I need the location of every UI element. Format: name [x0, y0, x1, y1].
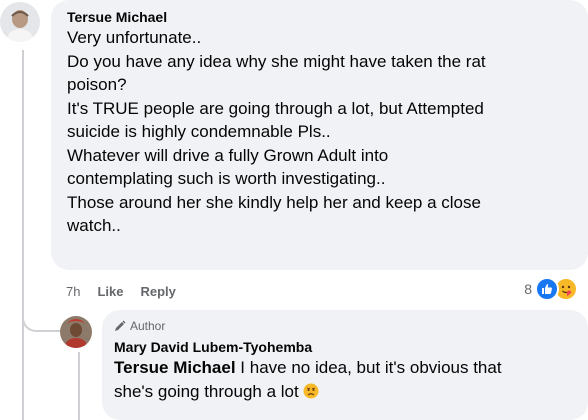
thread-connector [22, 296, 62, 332]
comment-line: Whatever will drive a fully Grown Adult … [67, 145, 389, 165]
reply-line-text: she's going through a lot [114, 381, 304, 401]
comment-timestamp[interactable]: 7h [66, 284, 80, 299]
comment-line: watch.. [67, 216, 121, 235]
comment-actions: 7h Like Reply [66, 281, 176, 301]
reply-bubble: Author Mary David Lubem-Tyohemba Tersue … [102, 310, 588, 420]
like-button[interactable]: Like [97, 284, 123, 299]
author-badge-label: Author [130, 319, 166, 333]
comment-line: suicide is highly condemnable Pls.. [67, 122, 331, 141]
comment-line: poison? [67, 75, 127, 94]
reply-text: Tersue Michael I have no idea, but it's … [114, 356, 576, 403]
reaction-count: 8 [524, 281, 532, 297]
reply-line: she's going through a lot [114, 380, 576, 404]
reply-thread-line [78, 352, 80, 420]
comment-line: contemplating such is worth investigatin… [67, 169, 386, 188]
sad-face-emoji-icon [303, 382, 319, 398]
avatar-mary-david[interactable] [60, 316, 92, 348]
like-icon [535, 277, 559, 301]
author-badge: Author [114, 318, 576, 334]
comment-text: Very unfortunate.. Do you have any idea … [67, 26, 576, 238]
comment-line: Very unfortunate.. [67, 28, 202, 47]
thread-line [22, 50, 24, 420]
reply-line-text: I have no idea, but it's obvious that [235, 358, 502, 377]
avatar-tersue-michael[interactable] [0, 2, 40, 42]
comment-bubble: Tersue Michael Very unfortunate.. Do you… [51, 0, 588, 270]
reply-line: Tersue Michael I have no idea, but it's … [114, 356, 576, 380]
reply-button[interactable]: Reply [140, 284, 175, 299]
comment-line: Those around her she kindly help her and… [67, 192, 481, 212]
comment-line: Do you have any idea why she might have … [67, 51, 486, 71]
reaction-summary[interactable]: 8 [524, 277, 578, 301]
pen-icon [115, 320, 126, 331]
mention-link[interactable]: Tersue Michael [114, 358, 236, 377]
comment-line: It's TRUE people are going through a lot… [67, 98, 484, 118]
reply-author-name[interactable]: Mary David Lubem-Tyohemba [114, 338, 576, 356]
comment-author-name[interactable]: Tersue Michael [67, 8, 576, 26]
